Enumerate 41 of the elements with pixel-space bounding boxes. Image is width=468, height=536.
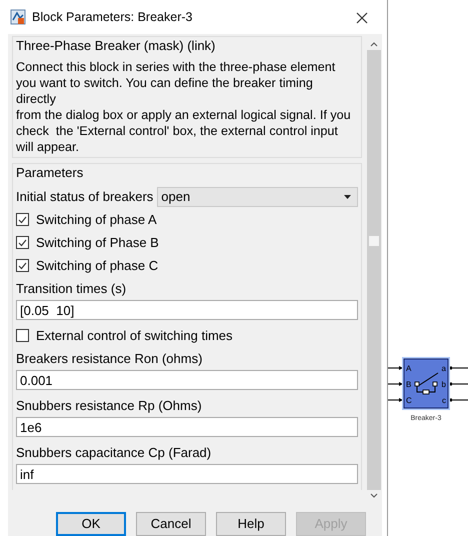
port-label: C — [406, 396, 412, 405]
input-field[interactable]: [0.05 10] — [16, 300, 358, 320]
checkbox[interactable] — [16, 329, 29, 342]
checkbox-label[interactable]: Switching of phase C — [36, 256, 158, 276]
caret-icon — [344, 194, 351, 198]
checkbox[interactable] — [16, 213, 29, 226]
field-label: Breakers resistance Ron (ohms) — [16, 350, 202, 368]
checkbox-label[interactable]: Switching of Phase B — [36, 232, 159, 252]
wire — [388, 366, 403, 370]
checkbox-label[interactable]: Switching of phase A — [36, 210, 157, 230]
input-field[interactable]: 1e6 — [16, 417, 358, 437]
input-field[interactable]: 0.001 — [16, 370, 358, 390]
close-icon — [356, 12, 368, 24]
breaker-block-drawing[interactable] — [402, 357, 450, 410]
input-field[interactable]: inf — [16, 464, 358, 484]
port-label: A — [406, 364, 412, 373]
port-label: B — [406, 380, 412, 389]
field-label: Transition times (s) — [16, 280, 126, 298]
wire — [388, 382, 403, 386]
status-dropdown[interactable]: open — [157, 186, 358, 206]
wire — [388, 398, 403, 402]
dialog-button[interactable]: OK — [56, 512, 126, 536]
field-label: Snubbers resistance Rp (Ohms) — [16, 396, 202, 415]
window-title: Block Parameters: Breaker-3 — [32, 8, 194, 26]
description-text: Connect this block in series with the three-phase element you want to switch. You can define the breaker timing directly from the dialog box or apply an external logical signal. If you check the 'External control' box, the external control input will appear. — [16, 58, 352, 154]
scroll-up-icon[interactable] — [369, 40, 379, 48]
app-icon — [10, 9, 26, 25]
checkbox[interactable] — [16, 236, 29, 249]
port-label: b — [442, 380, 446, 389]
group-title: Three-Phase Breaker (mask) (link) — [16, 37, 216, 55]
scroll-down-icon[interactable] — [369, 492, 379, 500]
checkbox-label[interactable]: External control of switching times — [36, 326, 233, 346]
group-title: Parameters — [16, 164, 84, 182]
dialog-button[interactable]: Cancel — [136, 512, 206, 536]
dialog-button[interactable]: Help — [216, 512, 286, 536]
port-label: a — [442, 364, 446, 373]
checkbox[interactable] — [16, 259, 29, 272]
port-label: c — [442, 396, 446, 405]
field-label: Snubbers capacitance Cp (Farad) — [16, 444, 212, 462]
field-label: Initial status of breakers — [16, 188, 154, 206]
scroll-thumb[interactable] — [369, 236, 379, 246]
